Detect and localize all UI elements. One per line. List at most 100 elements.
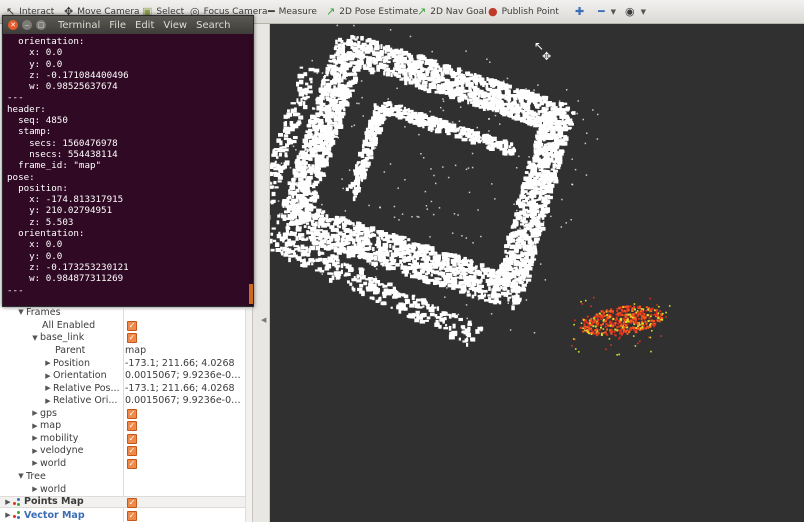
ruler-icon: ━ [268, 5, 275, 18]
green-arrow-icon: ↗ [326, 5, 336, 18]
tree-position[interactable]: ▶ Position -173.1; 211.66; 4.0268 [0, 357, 245, 370]
scrollbar-thumb[interactable] [249, 284, 253, 304]
map-pin-icon: ● [488, 5, 498, 18]
terminal-line: --- [7, 284, 24, 296]
tree-map[interactable]: ▶ map ✓ [30, 420, 275, 433]
terminal-line: y: 210.02794951 [7, 205, 113, 217]
minimize-icon[interactable]: ‒ [22, 20, 32, 30]
tree-mobility[interactable]: ▶ mobility ✓ [30, 432, 275, 445]
vector-map-checkbox[interactable]: ✓ [127, 510, 137, 521]
expand-right-icon: ▶ [32, 446, 38, 455]
terminal-line: stamp: [7, 126, 52, 138]
expand-right-icon: ▶ [32, 409, 38, 418]
point-cloud-icon [13, 497, 21, 506]
tree-all-enabled: All Enabled ✓ [42, 319, 137, 331]
all-enabled-checkbox[interactable]: ✓ [127, 320, 137, 331]
menu-file[interactable]: File [109, 20, 126, 31]
terminal-scrollbar[interactable] [249, 34, 253, 306]
terminal-line: x: 0.0 [7, 47, 63, 59]
expand-right-icon: ▶ [45, 359, 51, 368]
minus-icon: ━ [598, 5, 605, 18]
terminal-window[interactable]: ✕ ‒ □ Terminal File Edit View Search ori… [2, 15, 254, 307]
terminal-line: w: 0.98525637674 [7, 81, 118, 93]
terminal-line: w: 0.984877311269 [7, 273, 124, 285]
mobility-checkbox[interactable]: ✓ [127, 433, 137, 444]
expand-right-icon: ▶ [32, 459, 38, 468]
terminal-line: x: -174.813317915 [7, 194, 124, 206]
terminal-line: frame_id: "map" [7, 160, 102, 172]
tree-velodyne[interactable]: ▶ velodyne ✓ [30, 445, 275, 458]
tree-world[interactable]: ▶ world ✓ [30, 457, 275, 470]
map-points [270, 24, 671, 356]
maximize-icon[interactable]: □ [36, 20, 46, 30]
marker-icon [13, 511, 21, 520]
render-3d-view[interactable]: ↖ ✥ [270, 24, 804, 522]
tree-relative-orientation[interactable]: ▶ Relative Ori... 0.0015067; 9.9236e-06;… [0, 395, 245, 408]
expand-right-icon: ▶ [45, 396, 51, 405]
measure-tool-button[interactable]: ━ Measure [268, 4, 317, 20]
terminal-line: y: 0.0 [7, 58, 63, 70]
expand-right-icon: ▶ [5, 511, 11, 520]
move-cursor-icon: ✥ [542, 50, 552, 63]
expand-right-icon: ▶ [45, 371, 51, 380]
menu-edit[interactable]: Edit [135, 20, 154, 31]
point-cloud-map [270, 24, 671, 356]
terminal-titlebar: ✕ ‒ □ Terminal File Edit View Search [3, 16, 253, 34]
nav-goal-tool-button[interactable]: ↗ 2D Nav Goal [417, 4, 487, 20]
tree-relative-position[interactable]: ▶ Relative Pos... -173.1; 211.66; 4.0268 [0, 382, 245, 395]
velodyne-checkbox[interactable]: ✓ [127, 446, 137, 456]
tree-tree-world[interactable]: ▶ world [30, 483, 275, 496]
panel-splitter[interactable] [252, 24, 270, 522]
display-vector-map[interactable]: ▶ Vector Map ✓ [0, 509, 245, 522]
world-checkbox[interactable]: ✓ [127, 458, 137, 469]
expand-down-icon: ▼ [32, 333, 38, 342]
terminal-menubar: Terminal File Edit View Search [58, 20, 239, 31]
tree-gps[interactable]: ▶ gps ✓ [30, 407, 275, 420]
terminal-line: seq: 4850 [7, 115, 68, 127]
map-checkbox[interactable]: ✓ [127, 421, 137, 431]
add-tool-button[interactable]: ✚ [575, 4, 588, 20]
terminal-line: orientation: [7, 36, 85, 47]
close-icon[interactable]: ✕ [8, 20, 18, 30]
terminal-line: position: [7, 182, 68, 194]
expand-down-icon: ▼ [18, 472, 24, 481]
remove-tool-button[interactable]: ━ ▼ [598, 4, 616, 20]
terminal-line: z: -0.171084400496 [7, 69, 129, 81]
base-link-checkbox[interactable]: ✓ [127, 333, 137, 343]
eye-icon: ◉ [625, 5, 635, 18]
tree-tree[interactable]: ▼ Tree [16, 470, 261, 483]
expand-right-icon: ▶ [5, 497, 11, 506]
expand-right-icon: ▶ [32, 421, 38, 430]
pose-estimate-tool-button[interactable]: ↗ 2D Pose Estimate [326, 4, 418, 20]
green-arrow-icon: ↗ [417, 5, 427, 18]
expand-right-icon: ▶ [32, 485, 38, 494]
display-points-map[interactable]: ▶ Points Map ✓ [0, 495, 245, 509]
terminal-line: nsecs: 554438114 [7, 148, 118, 160]
terminal-output[interactable]: orientation: x: 0.0 y: 0.0 z: -0.1710844… [3, 34, 253, 306]
terminal-line: pose: [7, 171, 35, 183]
gps-checkbox[interactable]: ✓ [127, 408, 137, 419]
chevron-down-icon: ▼ [610, 8, 617, 16]
tree-base-link[interactable]: ▼ base_link ✓ [30, 332, 275, 345]
terminal-line: orientation: [7, 228, 85, 240]
publish-point-tool-button[interactable]: ● Publish Point [488, 4, 559, 20]
points-map-checkbox[interactable]: ✓ [127, 498, 137, 508]
tree-frames[interactable]: ▼ Frames [16, 306, 261, 319]
terminal-line: header: [7, 103, 46, 115]
terminal-line: --- [7, 92, 24, 104]
chevron-down-icon: ▼ [640, 8, 646, 16]
terminal-title: Terminal [58, 19, 101, 31]
terminal-line: secs: 1560476978 [7, 137, 118, 149]
plus-icon: ✚ [575, 5, 585, 18]
terminal-line: z: 5.503 [7, 216, 74, 228]
terminal-line: x: 0.0 [7, 239, 63, 251]
menu-view[interactable]: View [163, 20, 187, 31]
terminal-line: y: 0.0 [7, 250, 63, 262]
collapse-left-icon[interactable]: ◀ [261, 316, 266, 324]
menu-search[interactable]: Search [196, 20, 230, 31]
expand-right-icon: ▶ [32, 434, 38, 443]
tree-orientation[interactable]: ▶ Orientation 0.0015067; 9.9236e-06; ... [0, 370, 245, 383]
tree-parent: Parent map [55, 344, 147, 356]
terminal-line: z: -0.173253230121 [7, 261, 129, 273]
view-options-button[interactable]: ◉ ▼ [625, 4, 646, 20]
